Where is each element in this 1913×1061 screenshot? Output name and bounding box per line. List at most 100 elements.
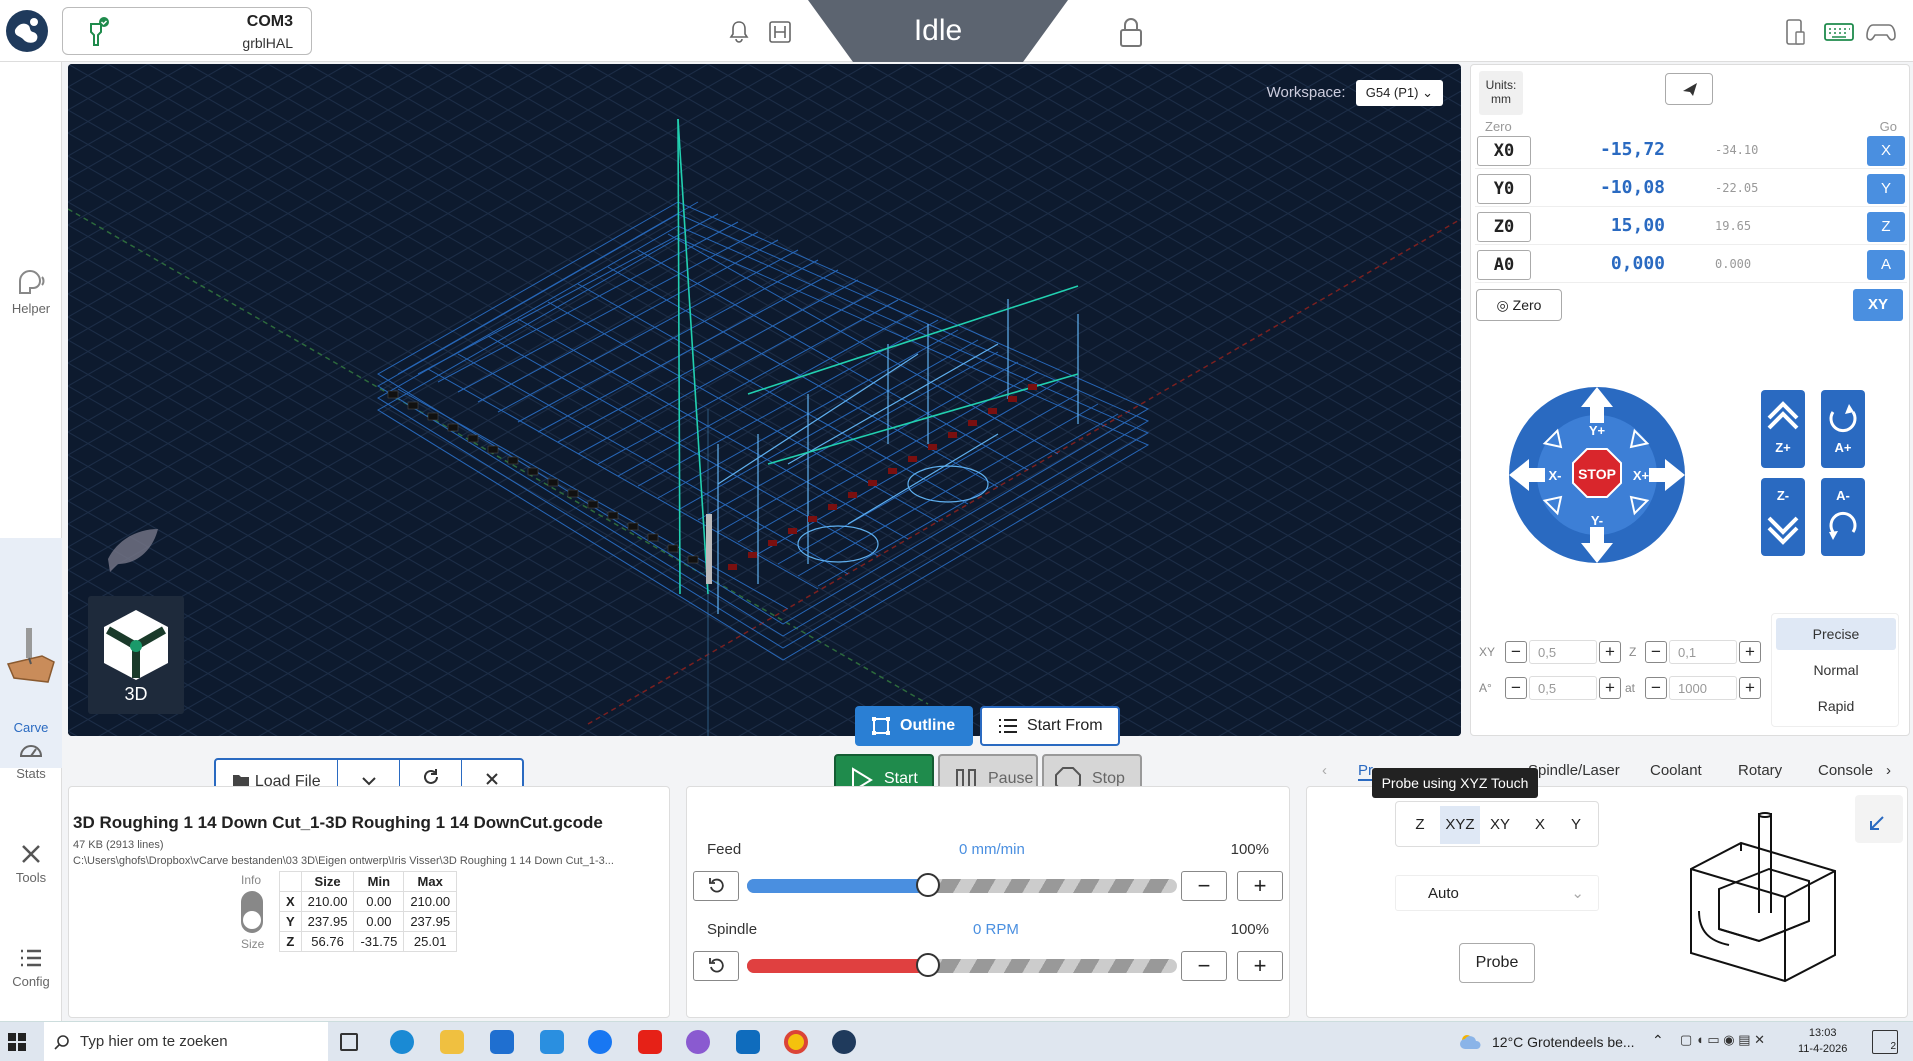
workspace-value: G54 (P1)	[1365, 85, 1419, 100]
start-from-button[interactable]: Start From	[980, 706, 1120, 746]
notification-count: 2	[1890, 1041, 1896, 1052]
zero-z-button[interactable]: Z0	[1477, 212, 1531, 242]
close-icon	[486, 773, 498, 785]
app-taskbar-icon[interactable]	[832, 1030, 856, 1054]
feed-reset-button[interactable]	[693, 871, 739, 901]
spindle-increase-button[interactable]: +	[1237, 951, 1283, 981]
facebook-icon[interactable]	[588, 1030, 612, 1054]
a-step-increase[interactable]: +	[1599, 677, 1621, 699]
y-machine-position: -22.05	[1715, 181, 1759, 195]
tab-rotary[interactable]: Rotary	[1738, 762, 1782, 779]
nav-helper-label: Helper	[11, 301, 51, 316]
bell-icon[interactable]	[728, 20, 750, 44]
app-logo-icon[interactable]	[6, 10, 48, 52]
mobile-icon[interactable]	[1784, 18, 1806, 46]
copilot-icon[interactable]	[686, 1030, 710, 1054]
probe-axis-xyz[interactable]: XYZ	[1440, 806, 1480, 844]
mode-rapid[interactable]: Rapid	[1776, 690, 1896, 722]
x-machine-position: -34.10	[1715, 143, 1759, 157]
z-step-input[interactable]: 0,1	[1669, 640, 1737, 664]
xy-step-increase[interactable]: +	[1599, 641, 1621, 663]
youtube-icon[interactable]	[638, 1030, 662, 1054]
z-step-decrease[interactable]: −	[1645, 641, 1667, 663]
tabs-scroll-left[interactable]: ‹	[1322, 762, 1327, 779]
probe-mode-select[interactable]: Auto ⌄	[1395, 875, 1599, 911]
probe-axis-x[interactable]: X	[1520, 806, 1560, 844]
go-a-button[interactable]: A	[1867, 250, 1905, 280]
feed-slider-knob[interactable]	[915, 873, 940, 897]
task-view-icon[interactable]	[340, 1033, 358, 1051]
a-feed-increase[interactable]: +	[1739, 677, 1761, 699]
connection-selector[interactable]: COM3 grblHAL	[62, 7, 312, 55]
taskbar-search[interactable]: Typ hier om te zoeken	[44, 1022, 328, 1061]
spindle-override-slider[interactable]	[747, 953, 1177, 977]
xy-step-decrease[interactable]: −	[1505, 641, 1527, 663]
chrome-icon[interactable]	[784, 1030, 808, 1054]
jog-x-minus-label: X-	[1549, 468, 1562, 483]
taskbar-clock[interactable]: 13:03 11-4-2026	[1798, 1025, 1847, 1057]
lock-icon[interactable]	[1118, 16, 1144, 48]
nav-config[interactable]: Config	[0, 946, 62, 989]
feed-decrease-button[interactable]: −	[1181, 871, 1227, 901]
windows-start-icon[interactable]	[8, 1033, 26, 1051]
go-z-button[interactable]: Z	[1867, 212, 1905, 242]
feed-override-slider[interactable]	[747, 873, 1177, 897]
tab-coolant[interactable]: Coolant	[1650, 762, 1702, 779]
spindle-decrease-button[interactable]: −	[1181, 951, 1227, 981]
mode-precise[interactable]: Precise	[1776, 618, 1896, 650]
go-x-button[interactable]: X	[1867, 136, 1905, 166]
mode-normal[interactable]: Normal	[1776, 654, 1896, 686]
tabs-scroll-right[interactable]: ›	[1886, 762, 1891, 779]
a-machine-position: 0.000	[1715, 257, 1752, 271]
zero-x-button[interactable]: X0	[1477, 136, 1531, 166]
a-feed-input[interactable]: 1000	[1669, 676, 1737, 700]
collapse-icon[interactable]	[1855, 795, 1903, 843]
a-step-decrease[interactable]: −	[1505, 677, 1527, 699]
visualizer-3d[interactable]: Workspace: G54 (P1) ⌄ 3D	[68, 64, 1461, 736]
gamepad-icon[interactable]	[1866, 22, 1896, 42]
info-size-toggle[interactable]	[241, 891, 263, 933]
jog-a-plus-button[interactable]	[1821, 390, 1865, 468]
edge-browser-icon[interactable]	[390, 1030, 414, 1054]
probe-axis-z[interactable]: Z	[1400, 806, 1440, 844]
a-feed-decrease[interactable]: −	[1645, 677, 1667, 699]
view-3d-button[interactable]: 3D	[88, 596, 184, 714]
xy-step-input[interactable]: 0,5	[1529, 640, 1597, 664]
tab-console[interactable]: Console	[1818, 762, 1873, 779]
store-icon[interactable]	[490, 1030, 514, 1054]
spindle-reset-button[interactable]	[693, 951, 739, 981]
overrides-panel: Feed 0 mm/min 100% − + Spindle 0 RPM 100…	[686, 786, 1290, 1018]
probe-axis-xy[interactable]: XY	[1480, 806, 1520, 844]
probe-axis-y[interactable]: Y	[1556, 806, 1596, 844]
z-step-increase[interactable]: +	[1739, 641, 1761, 663]
workspace-select[interactable]: G54 (P1) ⌄	[1355, 80, 1443, 106]
keyboard-icon[interactable]	[1824, 22, 1854, 42]
mail-icon[interactable]	[540, 1030, 564, 1054]
go-xy-button[interactable]: XY	[1853, 289, 1903, 321]
tool-change-icon[interactable]	[768, 20, 792, 44]
table-row: Z 56.76 -31.75 25.01	[279, 931, 458, 952]
tab-spindle-laser[interactable]: Spindle/Laser	[1528, 762, 1620, 779]
outline-button[interactable]: Outline	[855, 706, 973, 746]
outlook-icon[interactable]	[736, 1030, 760, 1054]
feed-increase-button[interactable]: +	[1237, 871, 1283, 901]
send-button[interactable]	[1665, 73, 1713, 105]
a-step-input[interactable]: 0,5	[1529, 676, 1597, 700]
notification-center-icon[interactable]: 2	[1872, 1030, 1898, 1054]
tray-chevron-icon[interactable]: ⌃	[1652, 1032, 1664, 1049]
tab-probe[interactable]: Pr	[1358, 762, 1373, 781]
zero-all-button[interactable]: ◎ Zero	[1476, 289, 1562, 321]
nav-helper[interactable]: Helper	[0, 267, 62, 316]
clock-date: 11-4-2026	[1798, 1043, 1848, 1055]
zero-y-button[interactable]: Y0	[1477, 174, 1531, 204]
tray-icons[interactable]: ▢ ◖ ▭ ◉ ▤ ✕	[1680, 1032, 1765, 1048]
file-explorer-icon[interactable]	[440, 1030, 464, 1054]
nav-tools[interactable]: Tools	[0, 842, 62, 885]
units-toggle[interactable]: Units: mm	[1479, 71, 1523, 115]
nav-stats[interactable]: Stats	[0, 738, 62, 781]
probe-button[interactable]: Probe	[1459, 943, 1535, 983]
nav-carve[interactable]: Carve	[0, 538, 62, 768]
zero-a-button[interactable]: A0	[1477, 250, 1531, 280]
go-y-button[interactable]: Y	[1867, 174, 1905, 204]
spindle-slider-knob[interactable]	[915, 953, 940, 977]
